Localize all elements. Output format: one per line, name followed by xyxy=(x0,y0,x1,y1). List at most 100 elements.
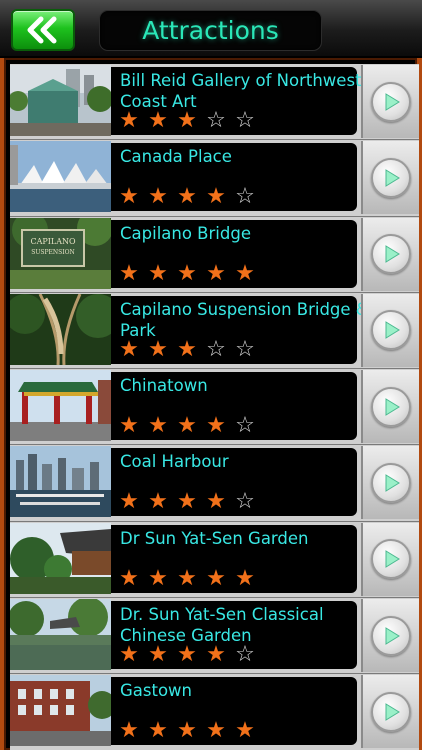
open-details-button[interactable] xyxy=(371,615,411,656)
star-filled-icon: ★ xyxy=(148,718,168,744)
star-filled-icon: ★ xyxy=(148,184,168,210)
list-item[interactable]: CAPILANO SUSPENSION Capilano Bridge ★ ★ ★ ★ ★ xyxy=(10,216,419,293)
list-item[interactable]: Capilano Suspension Bridge & Park ★ ★ ★ ☆ ☆ xyxy=(10,292,419,370)
star-filled-icon: ★ xyxy=(119,260,139,286)
double-chevron-left-icon xyxy=(27,16,57,44)
star-empty-icon: ☆ xyxy=(206,336,226,362)
star-filled-icon: ★ xyxy=(206,260,226,286)
star-rating: ★ ★ ★ ★ ☆ xyxy=(117,186,257,208)
star-filled-icon: ★ xyxy=(206,565,226,591)
star-filled-icon: ★ xyxy=(206,184,226,210)
star-filled-icon: ★ xyxy=(148,108,168,133)
list-item[interactable]: Dr Sun Yat-Sen Garden ★ ★ ★ ★ ★ xyxy=(10,521,419,599)
star-filled-icon: ★ xyxy=(177,489,197,515)
play-arrow-icon xyxy=(385,474,400,492)
detail-button-panel xyxy=(361,599,419,673)
star-filled-icon: ★ xyxy=(119,718,139,744)
attraction-thumbnail xyxy=(10,141,111,213)
attraction-thumbnail xyxy=(10,370,111,442)
star-filled-icon: ★ xyxy=(177,565,197,591)
star-rating: ★ ★ ★ ☆ ☆ xyxy=(117,110,257,132)
detail-button-panel xyxy=(361,446,419,520)
list-item[interactable]: Bill Reid Gallery of Northwest Coast Art… xyxy=(10,64,419,141)
attraction-thumbnail xyxy=(10,522,111,594)
star-filled-icon: ★ xyxy=(119,565,139,591)
star-filled-icon: ★ xyxy=(148,565,168,591)
attractions-list-frame: Bill Reid Gallery of Northwest Coast Art… xyxy=(0,58,422,750)
attraction-name: Capilano Suspension Bridge & Park xyxy=(120,299,369,340)
list-item[interactable]: Canada Place ★ ★ ★ ★ ☆ xyxy=(10,140,419,217)
attractions-list[interactable]: Bill Reid Gallery of Northwest Coast Art… xyxy=(10,64,419,750)
attraction-info: Capilano Suspension Bridge & Park ★ ★ ★ ☆ ☆ xyxy=(111,295,369,364)
open-details-button[interactable] xyxy=(371,539,411,580)
attraction-info: Bill Reid Gallery of Northwest Coast Art… xyxy=(111,67,362,135)
open-details-button[interactable] xyxy=(371,386,411,427)
star-rating: ★ ★ ★ ★ ★ xyxy=(117,565,257,591)
open-details-button[interactable] xyxy=(371,691,411,732)
star-filled-icon: ★ xyxy=(206,642,226,668)
attraction-name: Chinatown xyxy=(120,376,208,396)
attraction-name: Dr Sun Yat-Sen Garden xyxy=(120,528,309,548)
star-filled-icon: ★ xyxy=(206,413,226,439)
play-arrow-icon xyxy=(385,245,400,263)
back-button[interactable] xyxy=(11,9,75,51)
header-bar: Attractions xyxy=(0,0,422,58)
play-arrow-icon xyxy=(385,702,400,721)
list-item[interactable]: Gastown ★ ★ ★ ★ ★ xyxy=(10,674,419,750)
star-filled-icon: ★ xyxy=(119,489,139,515)
play-arrow-icon xyxy=(385,92,400,111)
star-filled-icon: ★ xyxy=(177,184,197,210)
list-item[interactable]: Dr. Sun Yat-Sen Classical Chinese Garden… xyxy=(10,598,419,675)
open-details-button[interactable] xyxy=(371,234,411,275)
star-filled-icon: ★ xyxy=(235,260,255,286)
svg-text:CAPILANO: CAPILANO xyxy=(30,237,76,246)
svg-text:SUSPENSION: SUSPENSION xyxy=(31,249,75,256)
play-arrow-icon xyxy=(385,397,400,416)
detail-button-panel xyxy=(361,217,419,291)
star-filled-icon: ★ xyxy=(148,413,168,439)
open-details-button[interactable] xyxy=(371,462,411,503)
play-arrow-icon xyxy=(385,550,400,569)
title-box: Attractions xyxy=(99,10,322,51)
detail-button-panel xyxy=(361,675,419,749)
open-details-button[interactable] xyxy=(371,310,411,351)
attraction-info: Dr Sun Yat-Sen Garden ★ ★ ★ ★ ★ xyxy=(111,524,357,593)
attraction-name: Coal Harbour xyxy=(120,452,229,472)
play-arrow-icon xyxy=(385,168,400,187)
star-rating: ★ ★ ★ ★ ★ xyxy=(117,720,257,742)
star-empty-icon: ☆ xyxy=(235,108,255,133)
star-empty-icon: ☆ xyxy=(235,336,255,362)
star-filled-icon: ★ xyxy=(177,108,197,133)
star-empty-icon: ☆ xyxy=(235,413,255,439)
star-rating: ★ ★ ★ ★ ☆ xyxy=(117,644,257,666)
star-rating: ★ ★ ★ ☆ ☆ xyxy=(117,336,257,362)
attraction-info: Gastown ★ ★ ★ ★ ★ xyxy=(111,677,357,746)
star-empty-icon: ☆ xyxy=(235,184,255,210)
page-title: Attractions xyxy=(142,16,279,45)
star-filled-icon: ★ xyxy=(177,336,197,362)
open-details-button[interactable] xyxy=(371,81,411,122)
star-filled-icon: ★ xyxy=(148,260,168,286)
star-rating: ★ ★ ★ ★ ☆ xyxy=(117,491,257,513)
detail-button-panel xyxy=(361,141,419,215)
star-filled-icon: ★ xyxy=(119,413,139,439)
play-arrow-icon xyxy=(385,626,400,645)
attraction-thumbnail xyxy=(10,65,111,136)
star-filled-icon: ★ xyxy=(206,489,226,515)
star-filled-icon: ★ xyxy=(148,336,168,362)
attraction-info: Coal Harbour ★ ★ ★ ★ ☆ xyxy=(111,448,357,517)
star-filled-icon: ★ xyxy=(119,108,139,133)
attraction-info: Chinatown ★ ★ ★ ★ ☆ xyxy=(111,372,357,441)
star-filled-icon: ★ xyxy=(177,413,197,439)
attraction-name: Capilano Bridge xyxy=(120,223,251,243)
star-filled-icon: ★ xyxy=(177,260,197,286)
attraction-name: Bill Reid Gallery of Northwest Coast Art xyxy=(120,71,362,111)
attraction-thumbnail xyxy=(10,293,111,365)
list-item[interactable]: Chinatown ★ ★ ★ ★ ☆ xyxy=(10,369,419,446)
detail-button-panel xyxy=(361,293,419,367)
star-filled-icon: ★ xyxy=(177,718,197,744)
star-rating: ★ ★ ★ ★ ☆ xyxy=(117,415,257,437)
open-details-button[interactable] xyxy=(371,157,411,198)
star-filled-icon: ★ xyxy=(148,489,168,515)
list-item[interactable]: Coal Harbour ★ ★ ★ ★ ☆ xyxy=(10,445,419,522)
